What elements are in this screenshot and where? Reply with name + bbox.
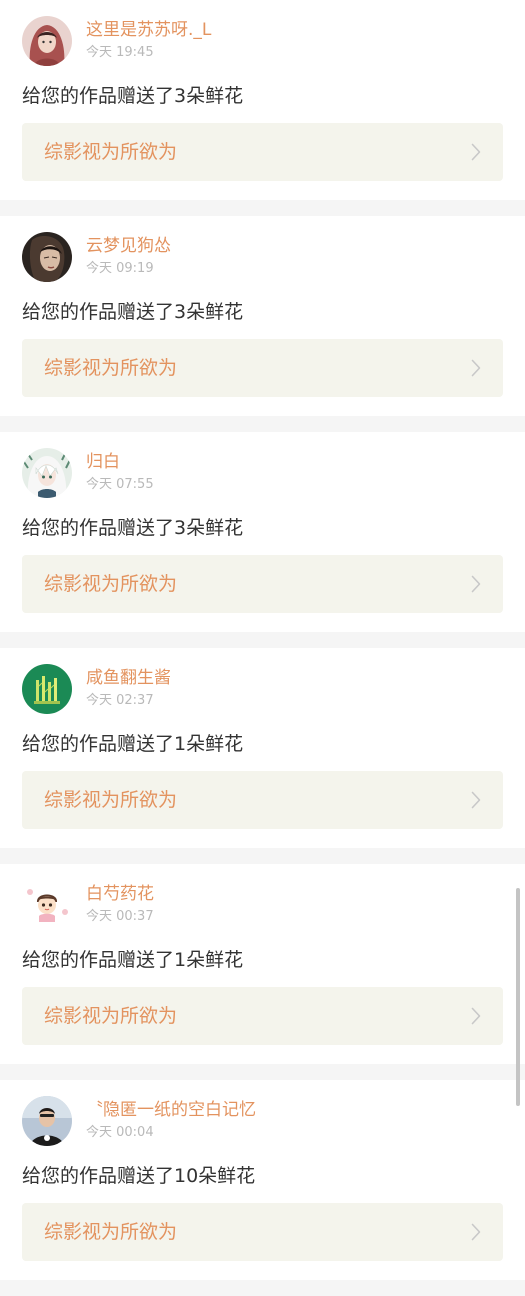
avatar-anime-white-hair[interactable] (22, 448, 72, 498)
chevron-right-icon (471, 143, 481, 161)
notification-card: 白芍药花 今天 00:37 给您的作品赠送了1朵鲜花 综影视为所欲为 (0, 864, 525, 1064)
username[interactable]: 这里是苏苏呀._L (86, 19, 211, 41)
work-link-button[interactable]: 综影视为所欲为 (22, 1203, 503, 1261)
gift-message: 给您的作品赠送了3朵鲜花 (22, 517, 244, 539)
timestamp: 今天 09:19 (86, 261, 154, 276)
timestamp: 今天 00:37 (86, 909, 154, 924)
timestamp: 今天 07:55 (86, 477, 154, 492)
work-title: 综影视为所欲为 (44, 141, 178, 163)
username[interactable]: 咸鱼翻生酱 (86, 667, 171, 689)
avatar-green-bamboo[interactable] (22, 664, 72, 714)
avatar-dark-portrait[interactable] (22, 232, 72, 282)
work-link-button[interactable]: 综影视为所欲为 (22, 339, 503, 397)
work-link-button[interactable]: 综影视为所欲为 (22, 771, 503, 829)
username[interactable]: 白芍药花 (86, 883, 154, 905)
notification-card: 归白 今天 07:55 给您的作品赠送了3朵鲜花 综影视为所欲为 (0, 432, 525, 632)
notification-feed: 这里是苏苏呀._L 今天 19:45 给您的作品赠送了3朵鲜花 综影视为所欲为 … (0, 0, 525, 1296)
gift-message: 给您的作品赠送了3朵鲜花 (22, 85, 244, 107)
username[interactable]: 云梦见狗怂 (86, 235, 171, 257)
chevron-right-icon (471, 575, 481, 593)
avatar-cartoon-boy[interactable] (22, 880, 72, 930)
work-title: 综影视为所欲为 (44, 1005, 178, 1027)
username[interactable]: 〝隐匿一纸的空白记忆 (86, 1099, 256, 1121)
gift-message: 给您的作品赠送了3朵鲜花 (22, 301, 244, 323)
work-title: 综影视为所欲为 (44, 789, 178, 811)
work-title: 综影视为所欲为 (44, 573, 178, 595)
chevron-right-icon (471, 1223, 481, 1241)
avatar-man-black-shirt[interactable] (22, 1096, 72, 1146)
work-link-button[interactable]: 综影视为所欲为 (22, 555, 503, 613)
chevron-right-icon (471, 791, 481, 809)
gift-message: 给您的作品赠送了1朵鲜花 (22, 949, 244, 971)
timestamp: 今天 02:37 (86, 693, 154, 708)
work-link-button[interactable]: 综影视为所欲为 (22, 987, 503, 1045)
notification-card: 咸鱼翻生酱 今天 02:37 给您的作品赠送了1朵鲜花 综影视为所欲为 (0, 648, 525, 848)
notification-card: 云梦见狗怂 今天 09:19 给您的作品赠送了3朵鲜花 综影视为所欲为 (0, 216, 525, 416)
gift-message: 给您的作品赠送了10朵鲜花 (22, 1165, 256, 1187)
scrollbar[interactable] (516, 888, 520, 1106)
work-title: 综影视为所欲为 (44, 1221, 178, 1243)
notification-card: 〝隐匿一纸的空白记忆 今天 00:04 给您的作品赠送了10朵鲜花 综影视为所欲… (0, 1080, 525, 1280)
chevron-right-icon (471, 1007, 481, 1025)
username[interactable]: 归白 (86, 451, 120, 473)
gift-message: 给您的作品赠送了1朵鲜花 (22, 733, 244, 755)
timestamp: 今天 00:04 (86, 1125, 154, 1140)
timestamp: 今天 19:45 (86, 45, 154, 60)
work-title: 综影视为所欲为 (44, 357, 178, 379)
work-link-button[interactable]: 综影视为所欲为 (22, 123, 503, 181)
chevron-right-icon (471, 359, 481, 377)
notification-card: 这里是苏苏呀._L 今天 19:45 给您的作品赠送了3朵鲜花 综影视为所欲为 (0, 0, 525, 200)
avatar-girl-red-hood[interactable] (22, 16, 72, 66)
